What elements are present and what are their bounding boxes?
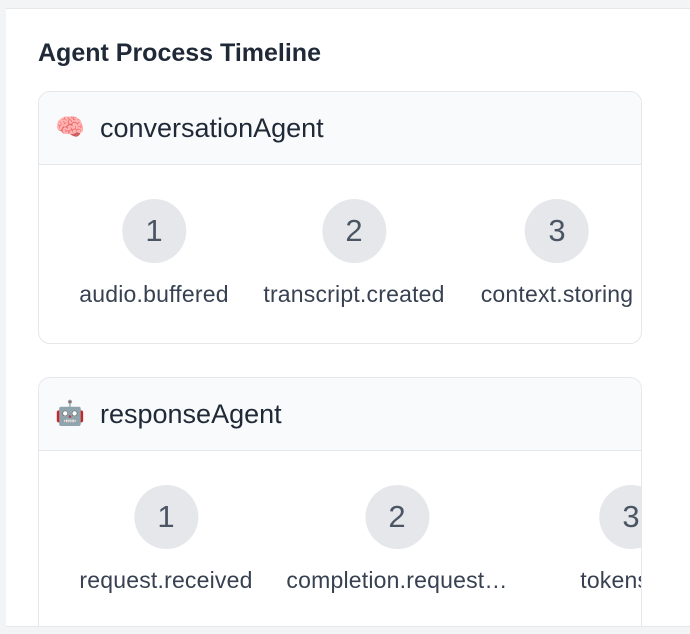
step-label: audio.buffered xyxy=(79,281,229,307)
agent-name: conversationAgent xyxy=(100,112,324,143)
step-label: context.storing xyxy=(480,281,634,307)
agent-name: responseAgent xyxy=(100,398,282,429)
step-number: 1 xyxy=(121,199,186,263)
step-item[interactable]: 3 tokens.ge xyxy=(580,485,641,594)
step-list: 1 audio.buffered 2 transcript.created 3 … xyxy=(39,165,641,343)
step-list: 1 request.received 2 completion.request…… xyxy=(39,451,641,626)
agent-header[interactable]: 🤖 responseAgent xyxy=(39,378,641,451)
panel-title: Agent Process Timeline xyxy=(38,39,321,67)
step-item[interactable]: 1 audio.buffered xyxy=(79,199,229,308)
step-number: 3 xyxy=(525,199,589,263)
step-label: completion.request… xyxy=(286,567,508,593)
step-item[interactable]: 3 context.storing xyxy=(481,199,634,308)
step-number: 3 xyxy=(598,485,641,549)
step-item[interactable]: 2 transcript.created xyxy=(263,199,444,308)
step-number: 2 xyxy=(321,199,386,263)
step-item[interactable]: 2 completion.request… xyxy=(286,485,507,594)
brain-icon: 🧠 xyxy=(55,114,85,141)
agent-card-response: 🤖 responseAgent 1 request.received 2 com… xyxy=(38,377,642,626)
agent-timeline-panel: Agent Process Timeline 🧠 conversationAge… xyxy=(6,8,690,627)
robot-icon: 🤖 xyxy=(55,400,85,427)
agent-header[interactable]: 🧠 conversationAgent xyxy=(39,92,641,165)
step-number: 1 xyxy=(134,485,198,549)
step-label: tokens.ge xyxy=(580,567,641,593)
step-number: 2 xyxy=(364,485,429,549)
step-label: request.received xyxy=(79,567,253,593)
step-item[interactable]: 1 request.received xyxy=(79,485,252,594)
agent-card-conversation: 🧠 conversationAgent 1 audio.buffered 2 t… xyxy=(38,91,642,344)
step-label: transcript.created xyxy=(263,281,445,307)
